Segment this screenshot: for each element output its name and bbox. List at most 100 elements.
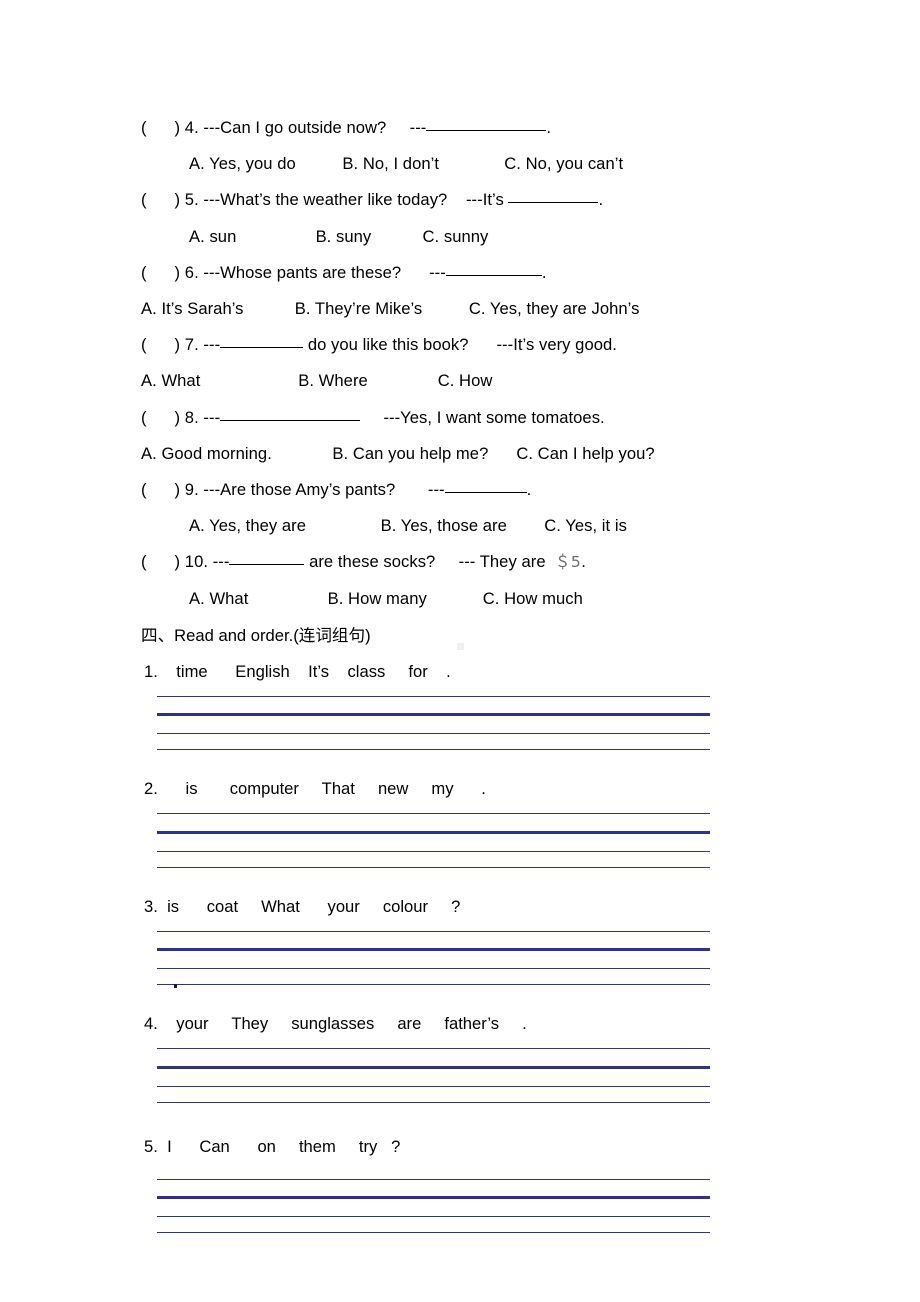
order-item-line: 5. I Can on them try ?	[141, 1129, 841, 1165]
question-line: ( ) 5. ---What’s the weather like today?…	[141, 182, 841, 218]
question-number: 4.	[184, 118, 199, 137]
answer-rules	[141, 690, 841, 751]
question-prompt-tail: do you like this book?	[303, 335, 469, 355]
question-line: ( ) 4. ---Can I go outside now? ---.	[141, 110, 841, 146]
question-line: ( ) 8. --- ---Yes, I want some tomatoes.	[141, 400, 841, 436]
answer-lead: ---Yes, I want some tomatoes.	[360, 407, 605, 427]
option-line[interactable]: A. Yes, you do B. No, I don’t C. No, you…	[141, 146, 841, 182]
question-prompt-lead: ---	[203, 335, 221, 355]
question-trailing: .	[526, 480, 532, 500]
option-line[interactable]: A. It’s Sarah’s B. They’re Mike’s C. Yes…	[141, 291, 841, 327]
order-item-line: 4. your They sunglasses are father’s .	[141, 1006, 841, 1042]
question-trailing: .	[541, 262, 547, 282]
answer-bracket[interactable]: ( )	[141, 335, 180, 354]
question-number: 8.	[184, 407, 199, 427]
answer-rule[interactable]	[157, 984, 710, 989]
option-line[interactable]: A. Yes, they are B. Yes, those are C. Ye…	[141, 508, 841, 544]
question-line: ( ) 9. ---Are those Amy’s pants? ---.	[141, 472, 841, 508]
answer-rules	[141, 1165, 841, 1234]
answer-bracket[interactable]: ( )	[141, 480, 180, 499]
option-line[interactable]: A. What B. How many C. How much	[141, 581, 841, 617]
order-item-number: 2.	[144, 779, 158, 799]
answer-rule[interactable]	[157, 1085, 710, 1087]
option-line[interactable]: A. What B. Where C. How	[141, 363, 841, 399]
question-trailing: .	[546, 118, 552, 137]
stray-mark	[174, 984, 177, 989]
multiple-choice-item: ( ) 5. ---What’s the weather like today?…	[141, 182, 841, 254]
multiple-choice-item: ( ) 7. --- do you like this book? ---It’…	[141, 327, 841, 399]
order-item: 1. time English It’s class for .	[141, 654, 841, 751]
answer-rule[interactable]	[157, 1216, 710, 1218]
answer-rules	[141, 807, 841, 868]
order-item-number: 1.	[144, 661, 158, 681]
question-number: 6.	[184, 262, 199, 282]
question-number: 9.	[184, 480, 199, 500]
answer-lead: --- They are	[435, 552, 555, 572]
worksheet-content: ( ) 4. ---Can I go outside now? ---. A. …	[141, 110, 841, 1234]
answer-lead: ---It’s	[465, 190, 509, 210]
answer-rule[interactable]	[157, 948, 710, 952]
question-prompt: ---Can I go outside now?	[203, 118, 387, 137]
answer-rule[interactable]	[157, 850, 710, 852]
order-item-line: 3. is coat What your colour ?	[141, 889, 841, 925]
answer-rule[interactable]	[157, 1232, 710, 1234]
answer-lead: ---	[409, 118, 427, 137]
answer-rule[interactable]	[157, 1048, 710, 1050]
question-line: ( ) 6. ---Whose pants are these? ---.	[141, 255, 841, 291]
answer-bracket[interactable]: ( )	[141, 118, 180, 137]
question-prompt: ---Are those Amy’s pants?	[203, 480, 396, 500]
answer-lead: ---	[427, 480, 445, 500]
answer-blank[interactable]	[444, 480, 527, 494]
answer-rule[interactable]	[157, 813, 710, 815]
answer-bracket[interactable]: ( )	[141, 190, 180, 209]
answer-blank[interactable]	[445, 263, 542, 276]
multiple-choice-item: ( ) 6. ---Whose pants are these? ---. A.…	[141, 255, 841, 327]
answer-lead: ---	[429, 262, 446, 282]
answer-rule[interactable]	[157, 1101, 710, 1103]
answer-rule[interactable]	[157, 713, 710, 717]
question-prompt-lead: ---	[212, 552, 230, 572]
answer-bracket[interactable]: ( )	[141, 408, 180, 427]
order-item-words: time English It’s class for .	[157, 661, 451, 681]
answer-rule[interactable]	[157, 830, 710, 834]
answer-rule[interactable]	[157, 1178, 710, 1180]
question-line: ( ) 10. --- are these socks? --- They ar…	[141, 544, 841, 580]
price-value: ＄5	[554, 553, 582, 572]
order-item: 2. is computer That new my .	[141, 771, 841, 868]
question-trailing: .	[581, 552, 586, 572]
order-item-line: 1. time English It’s class for .	[141, 654, 841, 690]
question-prompt-tail: are these socks?	[304, 552, 436, 572]
answer-blank[interactable]	[220, 408, 361, 421]
answer-rule[interactable]	[157, 1065, 710, 1069]
answer-rules	[141, 925, 841, 989]
answer-rule[interactable]	[157, 866, 710, 868]
answer-rule[interactable]	[157, 1196, 710, 1200]
order-item: 5. I Can on them try ?	[141, 1129, 841, 1234]
order-item-number: 4.	[144, 1014, 158, 1034]
answer-rule[interactable]	[157, 930, 710, 932]
answer-lead: ---It’s very good.	[468, 335, 617, 355]
answer-rule[interactable]	[157, 749, 710, 751]
order-item-number: 5.	[144, 1136, 158, 1156]
order-item-words: is computer That new my .	[157, 779, 486, 799]
option-line[interactable]: A. sun B. suny C. sunny	[141, 219, 841, 255]
answer-blank[interactable]	[426, 118, 547, 131]
answer-bracket[interactable]: ( )	[141, 263, 180, 282]
order-item-words: your They sunglasses are father’s .	[157, 1014, 527, 1034]
question-number: 7.	[184, 335, 199, 355]
answer-blank[interactable]	[229, 552, 305, 566]
answer-blank[interactable]	[508, 190, 599, 204]
order-item-words: I Can on them try ?	[157, 1136, 401, 1156]
answer-rule[interactable]	[157, 695, 710, 697]
question-number: 5.	[184, 190, 199, 210]
question-prompt: ---What’s the weather like today?	[203, 190, 448, 210]
answer-bracket[interactable]: ( )	[141, 552, 180, 571]
answer-rule[interactable]	[157, 733, 710, 735]
order-item: 4. your They sunglasses are father’s .	[141, 1006, 841, 1103]
option-line[interactable]: A. Good morning. B. Can you help me? C. …	[141, 436, 841, 472]
question-number: 10.	[184, 552, 209, 572]
answer-blank[interactable]	[220, 335, 304, 349]
worksheet-page: ( ) 4. ---Can I go outside now? ---. A. …	[0, 0, 920, 1302]
question-trailing: .	[598, 190, 604, 210]
answer-rule[interactable]	[157, 968, 710, 970]
